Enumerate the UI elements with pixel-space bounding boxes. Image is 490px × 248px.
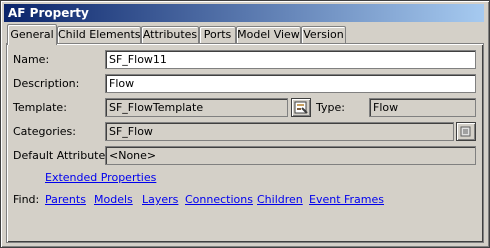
tab-attributes[interactable]: Attributes <box>141 26 199 43</box>
tab-version[interactable]: Version <box>301 26 346 43</box>
template-browse-icon <box>294 101 308 114</box>
template-field: SF_FlowTemplate <box>105 98 288 117</box>
default-attribute-label: Default Attribute: <box>13 149 109 162</box>
extended-properties-link[interactable]: Extended Properties <box>45 171 156 184</box>
categories-browse-icon <box>460 126 471 137</box>
find-label: Find: <box>13 193 40 206</box>
tab-child-elements[interactable]: Child Elements <box>57 26 141 43</box>
find-children-link[interactable]: Children <box>257 193 303 206</box>
categories-label: Categories: <box>13 125 76 138</box>
af-property-window: AF Property General Child Elements Attri… <box>0 0 490 248</box>
find-layers-link[interactable]: Layers <box>142 193 178 206</box>
find-parents-link[interactable]: Parents <box>45 193 86 206</box>
name-label: Name: <box>13 53 50 66</box>
type-label: Type: <box>316 101 345 114</box>
tab-ports[interactable]: Ports <box>199 26 236 43</box>
description-label: Description: <box>13 77 80 90</box>
template-label: Template: <box>13 101 67 114</box>
categories-field: SF_Flow <box>105 122 454 141</box>
find-models-link[interactable]: Models <box>94 193 133 206</box>
description-field[interactable]: Flow <box>105 74 476 93</box>
template-browse-button[interactable] <box>291 98 311 117</box>
type-field: Flow <box>369 98 476 117</box>
general-panel: Name: SF_Flow11 Description: Flow Templa… <box>6 43 484 243</box>
tab-model-view[interactable]: Model View <box>236 26 301 43</box>
categories-browse-button[interactable] <box>456 122 476 141</box>
find-event-frames-link[interactable]: Event Frames <box>309 193 384 206</box>
name-field[interactable]: SF_Flow11 <box>105 50 476 69</box>
tab-general[interactable]: General <box>7 24 57 45</box>
find-connections-link[interactable]: Connections <box>185 193 253 206</box>
window-title: AF Property <box>4 4 484 22</box>
default-attribute-field: <None> <box>105 146 476 165</box>
